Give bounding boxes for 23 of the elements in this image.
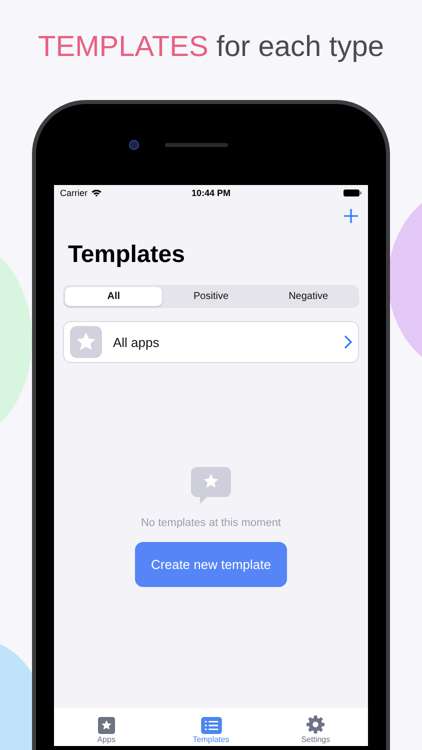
carrier-label: Carrier (60, 188, 88, 198)
page-title: Templates (67, 240, 186, 270)
camera-icon (128, 140, 138, 150)
wifi-icon (90, 189, 102, 197)
row-label: All apps (113, 334, 160, 350)
list-row[interactable]: All apps (63, 321, 359, 363)
tab-bar-item[interactable]: Templates (158, 708, 264, 746)
segment-tab[interactable]: Positive (162, 287, 260, 306)
segment-tab[interactable]: Negative (260, 287, 357, 306)
tab-bar-item[interactable]: Settings (263, 708, 368, 746)
headline-highlight: TEMPLATES (38, 30, 208, 65)
status-time: 10:44 PM (191, 188, 231, 198)
chevron-icon (344, 335, 352, 349)
add-button[interactable] (344, 209, 358, 223)
headline-text: for each type (216, 30, 384, 65)
battery-icon (343, 189, 362, 197)
segment-tab[interactable]: All (65, 287, 162, 306)
speech-bubble-icon (191, 467, 231, 505)
tab-bar-item[interactable]: Apps (54, 708, 159, 746)
empty-message: No templates at this moment (140, 517, 281, 529)
list-icon (200, 717, 222, 734)
settings-icon (306, 715, 326, 734)
speaker-grille (164, 142, 228, 146)
